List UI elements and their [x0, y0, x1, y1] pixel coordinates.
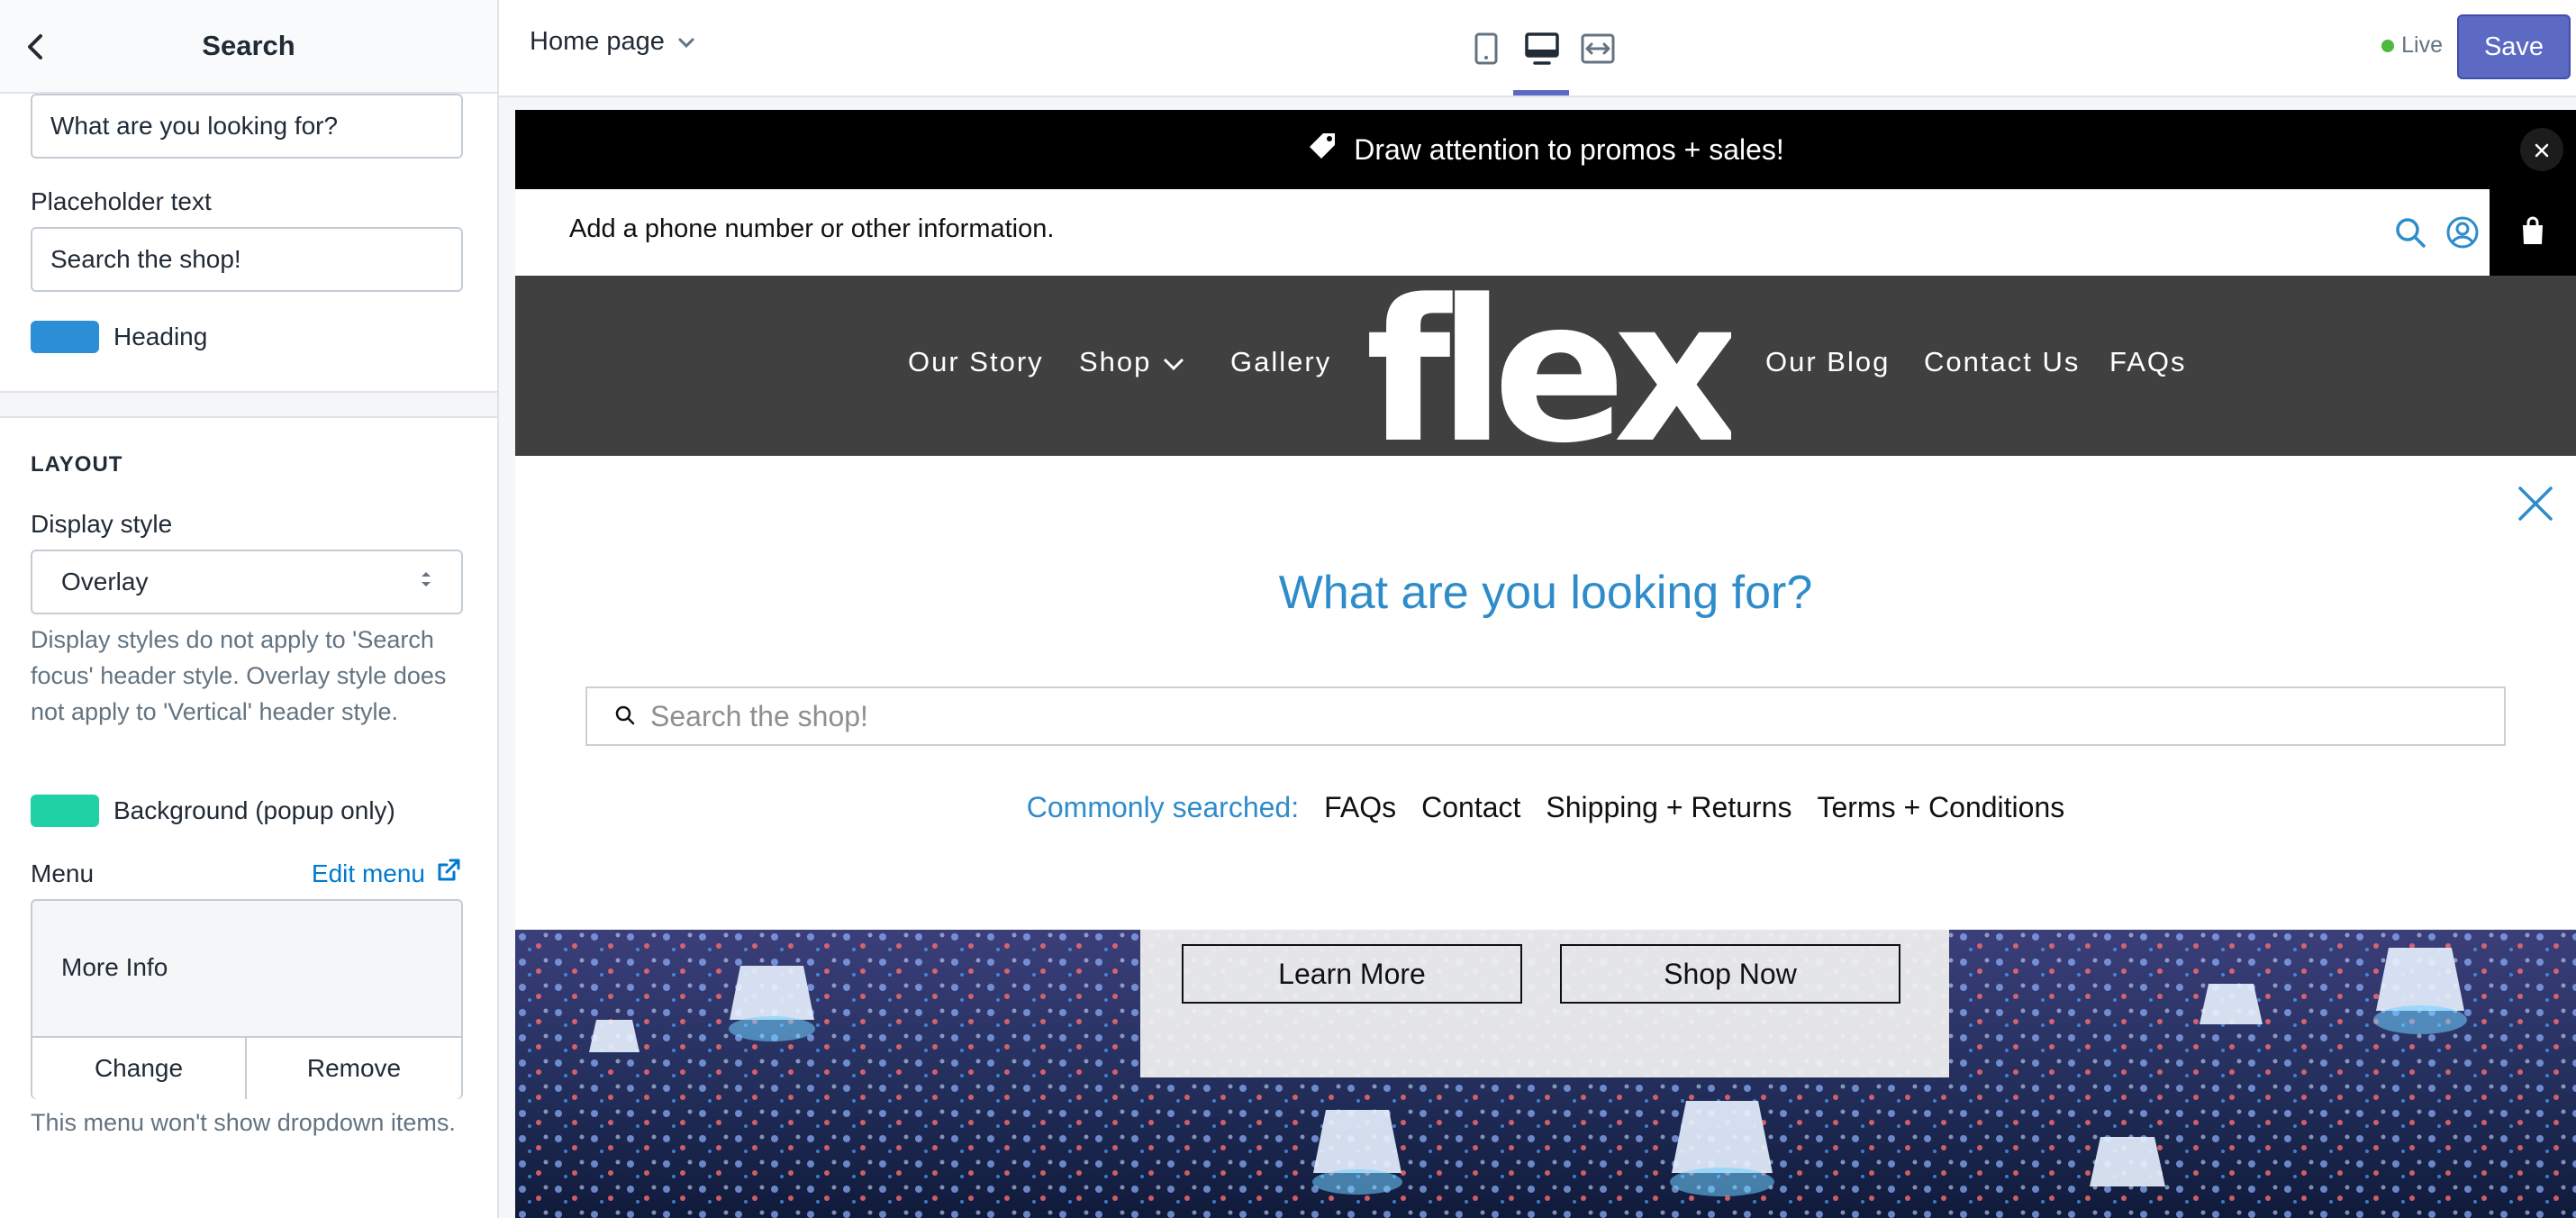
edit-menu-label: Edit menu — [311, 859, 425, 887]
back-arrow-icon[interactable] — [18, 29, 54, 65]
learn-more-button[interactable]: Learn More — [1182, 944, 1522, 1004]
live-status: Live — [2381, 32, 2443, 59]
settings-sidebar: Search What are you looking for? Placeho… — [0, 0, 499, 1218]
commonly-searched-label: Commonly searched: — [1026, 791, 1300, 823]
common-link-contact[interactable]: Contact — [1421, 791, 1520, 824]
nav-item-our-story[interactable]: Our Story — [908, 346, 1044, 378]
search-placeholder: Search the shop! — [650, 699, 868, 732]
store-preview: Draw attention to promos + sales! Add a … — [515, 110, 2576, 1218]
close-icon[interactable] — [2513, 481, 2558, 526]
logo-text: flex — [1365, 285, 1731, 447]
info-bar: Add a phone number or other information. — [515, 189, 2576, 276]
search-heading: What are you looking for? — [1278, 567, 1813, 619]
page-selector-label: Home page — [530, 27, 665, 56]
live-dot-icon — [2381, 39, 2395, 52]
heading-text-input[interactable]: What are you looking for? — [31, 94, 463, 159]
nav-item-gallery[interactable]: Gallery — [1230, 346, 1331, 378]
shopping-bag-icon — [2520, 215, 2545, 250]
announcement-bar: Draw attention to promos + sales! — [515, 110, 2576, 189]
edit-menu-link[interactable]: Edit menu — [312, 858, 461, 889]
placeholder-text-label: Placeholder text — [31, 187, 212, 215]
display-style-value: Overlay — [61, 568, 149, 595]
desktop-icon[interactable] — [1520, 27, 1564, 70]
heading-color-label: Heading — [113, 323, 208, 350]
heading-color-swatch[interactable] — [31, 321, 99, 353]
sidebar-title: Search — [202, 30, 295, 61]
sidebar-header: Search — [0, 0, 497, 94]
tag-icon — [1307, 131, 1338, 168]
menu-label: Menu — [31, 859, 95, 887]
shop-now-button[interactable]: Shop Now — [1560, 944, 1900, 1004]
search-overlay: What are you looking for? Search the sho… — [515, 456, 2576, 930]
live-label: Live — [2401, 32, 2443, 58]
cart-button[interactable] — [2490, 189, 2576, 276]
display-style-select[interactable]: Overlay — [31, 550, 463, 614]
placeholder-text-input[interactable]: Search the shop! — [31, 227, 463, 292]
common-link-terms-conditions[interactable]: Terms + Conditions — [1817, 791, 2064, 824]
external-link-icon — [436, 858, 461, 889]
nav-item-faqs[interactable]: FAQs — [2109, 346, 2187, 378]
flex-logo[interactable]: flex — [1362, 285, 1731, 447]
menu-picker: More Info Change Remove — [31, 899, 463, 1099]
active-device-indicator — [1513, 90, 1569, 95]
placeholder-text-value: Search the shop! — [50, 245, 241, 273]
hero-content-panel: Learn More Shop Now — [1140, 930, 1949, 1077]
menu-help: This menu won't show dropdown items. — [31, 1109, 456, 1136]
search-icon[interactable] — [2390, 213, 2430, 252]
save-button[interactable]: Save — [2457, 14, 2571, 79]
common-link-faqs[interactable]: FAQs — [1324, 791, 1396, 824]
nav-item-shop-label: Shop — [1079, 346, 1152, 377]
section-divider — [0, 391, 497, 418]
heading-text-value: What are you looking for? — [50, 112, 339, 140]
editor-topbar: Home page Live Save — [499, 0, 2576, 97]
selected-menu-name: More Info — [61, 953, 168, 981]
background-color-label: Background (popup only) — [113, 796, 395, 824]
page-selector[interactable]: Home page — [530, 27, 695, 57]
nav-item-contact-us[interactable]: Contact Us — [1924, 346, 2080, 378]
hero-banner: Learn More Shop Now — [515, 930, 2576, 1218]
chevron-down-icon — [677, 27, 695, 57]
chevron-down-icon — [1162, 346, 1185, 378]
search-input[interactable]: Search the shop! — [585, 686, 2506, 746]
info-text: Add a phone number or other information. — [569, 214, 1055, 243]
main-navigation: Our Story Shop Gallery flex Our Blog Con… — [515, 276, 2576, 456]
change-menu-button[interactable]: Change — [32, 1036, 247, 1099]
select-arrows-icon — [420, 568, 432, 596]
commonly-searched: Commonly searched: FAQs Contact Shipping… — [515, 791, 2576, 824]
remove-menu-button[interactable]: Remove — [247, 1036, 461, 1099]
common-link-shipping-returns[interactable]: Shipping + Returns — [1546, 791, 1791, 824]
search-icon — [614, 700, 636, 733]
announcement-text: Draw attention to promos + sales! — [1354, 132, 1784, 166]
background-color-swatch[interactable] — [31, 795, 99, 827]
display-style-help: Display styles do not apply to 'Search f… — [31, 626, 447, 725]
mobile-icon[interactable] — [1465, 27, 1508, 70]
account-icon[interactable] — [2443, 213, 2482, 252]
fullscreen-icon[interactable] — [1576, 27, 1619, 70]
nav-item-our-blog[interactable]: Our Blog — [1765, 346, 1890, 378]
close-announcement-button[interactable] — [2520, 128, 2563, 171]
nav-item-shop[interactable]: Shop — [1079, 346, 1185, 378]
display-style-label: Display style — [31, 510, 173, 538]
close-icon — [2533, 133, 2551, 167]
layout-section-title: LAYOUT — [31, 452, 123, 477]
